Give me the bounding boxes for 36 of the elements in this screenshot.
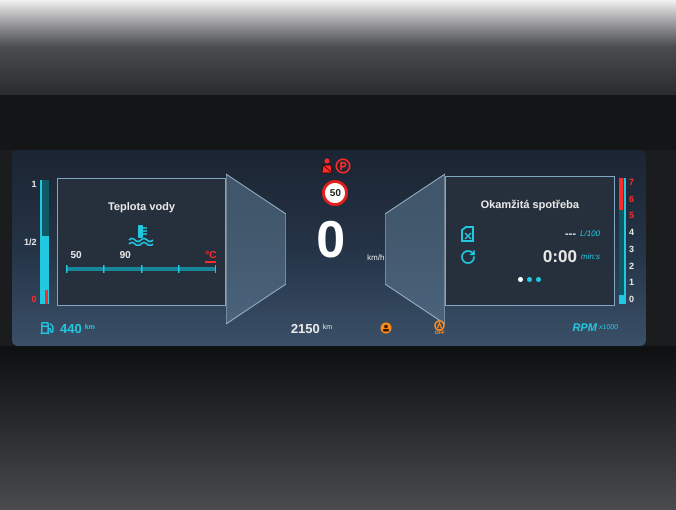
rpm-redline-band: [619, 178, 624, 210]
stop-time-value: 0:00: [542, 248, 577, 265]
jerry-can-icon: [460, 226, 474, 242]
temperature-scale-label: 90: [120, 248, 131, 262]
rpm-scale-label: 2: [629, 262, 634, 271]
temperature-scale-label: 50: [70, 248, 82, 262]
rpm-scale-label: 4: [629, 228, 634, 238]
fuel-scale-label: 1/2: [24, 238, 37, 246]
rpm-scale-label: 6: [629, 194, 634, 204]
rpm-scale-label: 7: [629, 178, 634, 187]
fuel-scale-label: 1: [32, 180, 37, 189]
speed-unit: km/h: [367, 252, 384, 264]
rpm-scale-label: 1: [629, 278, 634, 288]
fuel-scale-label: 0: [32, 295, 37, 304]
rpm-scale-label: 3: [629, 244, 634, 254]
panel-title: Teplota vody: [108, 200, 175, 215]
temperature-unit: °C: [205, 250, 216, 262]
warning-indicator-icon: [380, 322, 392, 334]
odometer-value: 2150: [290, 322, 320, 334]
fuel-reserve-marker: [44, 290, 48, 304]
fuel-pump-icon: [40, 321, 54, 335]
speed-readout: 0: [316, 214, 346, 266]
speed-limit-sign: 50: [322, 180, 348, 206]
parking-brake-icon: [334, 158, 351, 174]
range-value: 440: [60, 322, 82, 334]
rpm-scale-label: 0: [629, 294, 634, 304]
stop-time-unit: min:s: [580, 250, 600, 262]
auto-stop-icon: [460, 248, 476, 264]
consumption-value: ---: [565, 226, 576, 242]
auto-stop-off-icon: [434, 320, 446, 331]
panel-title: Okamžitá spotřeba: [480, 198, 579, 213]
rpm-label: RPM: [572, 320, 597, 336]
coolant-temperature-icon: [127, 224, 156, 246]
consumption-unit: L/100: [580, 228, 600, 240]
seatbelt-warning-icon: [320, 158, 334, 174]
rpm-scale-label: 5: [629, 211, 634, 220]
